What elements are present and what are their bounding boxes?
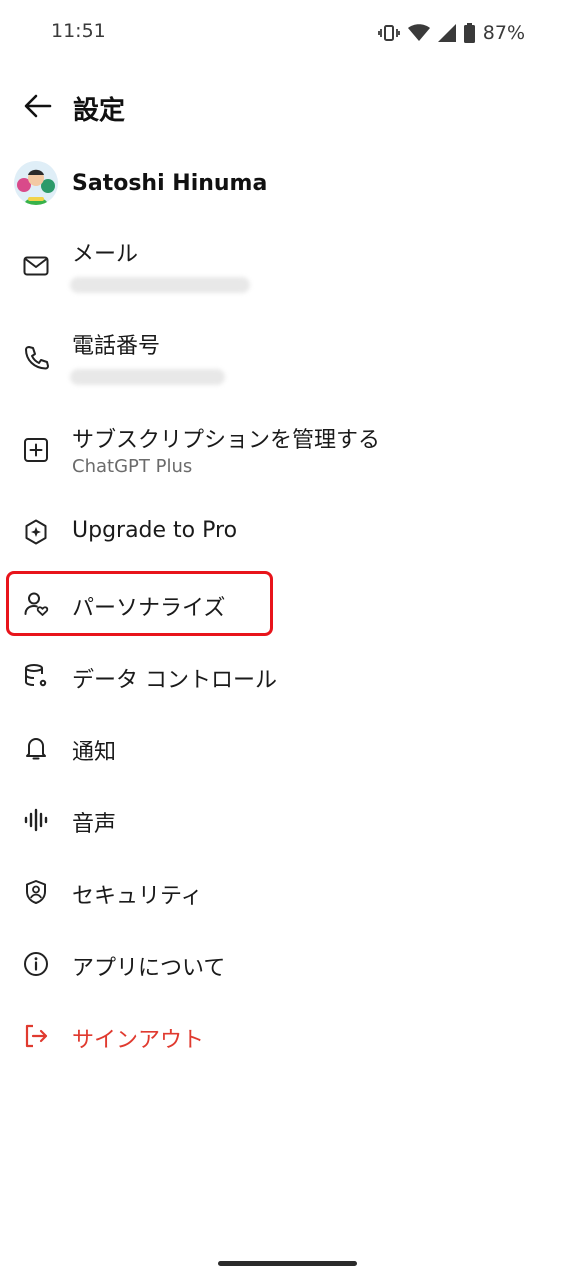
phone-icon: [22, 344, 50, 372]
settings-item-subscription[interactable]: サブスクリプションを管理する ChatGPT Plus: [0, 414, 575, 486]
phone-label: 電話番号: [72, 334, 161, 359]
battery-icon: [463, 23, 475, 43]
shield-user-icon: [22, 878, 50, 906]
settings-item-security[interactable]: セキュリティ: [0, 868, 575, 916]
mail-value-redacted: [70, 277, 250, 293]
settings-item-notifications[interactable]: 通知: [0, 724, 575, 772]
highlight-box: [6, 571, 273, 636]
wifi-icon: [407, 24, 430, 42]
settings-item-data-controls[interactable]: データ コントロール: [0, 652, 575, 700]
info-icon: [22, 950, 50, 978]
notifications-label: 通知: [72, 740, 117, 765]
data-controls-label: データ コントロール: [72, 668, 277, 693]
bell-icon: [22, 734, 50, 762]
settings-item-mail[interactable]: メール: [0, 230, 575, 302]
plus-square-icon: [22, 436, 50, 464]
mail-icon: [22, 252, 50, 280]
phone-value-redacted: [70, 369, 225, 385]
avatar: [14, 161, 58, 205]
subscription-plan: ChatGPT Plus: [72, 456, 193, 477]
cell-signal-icon: [437, 24, 456, 42]
sparkle-badge-icon: [22, 518, 50, 546]
status-time: 11:51: [51, 20, 106, 42]
waveform-icon: [22, 806, 50, 834]
security-label: セキュリティ: [72, 884, 203, 909]
profile-row[interactable]: Satoshi Hinuma: [14, 160, 554, 206]
home-indicator[interactable]: [218, 1261, 357, 1266]
subscription-label: サブスクリプションを管理する: [72, 428, 381, 453]
settings-item-upgrade-pro[interactable]: Upgrade to Pro: [0, 508, 575, 556]
status-icons: 87%: [377, 20, 525, 46]
settings-item-about[interactable]: アプリについて: [0, 940, 575, 988]
sign-out-button[interactable]: サインアウト: [0, 1012, 575, 1060]
settings-item-voice[interactable]: 音声: [0, 796, 575, 844]
back-button[interactable]: [20, 88, 56, 124]
battery-percent: 87%: [482, 22, 525, 44]
upgrade-pro-label: Upgrade to Pro: [72, 518, 238, 543]
voice-label: 音声: [72, 812, 117, 837]
settings-item-phone[interactable]: 電話番号: [0, 322, 575, 394]
arrow-left-icon: [24, 94, 52, 118]
status-bar: 11:51 87%: [0, 0, 575, 66]
about-label: アプリについて: [72, 956, 226, 981]
mail-label: メール: [72, 242, 139, 267]
page-title: 設定: [73, 96, 126, 126]
sign-out-icon: [22, 1022, 50, 1050]
database-gear-icon: [22, 662, 50, 690]
profile-name: Satoshi Hinuma: [72, 170, 268, 196]
vibrate-icon: [377, 23, 400, 43]
sign-out-label: サインアウト: [72, 1028, 205, 1053]
